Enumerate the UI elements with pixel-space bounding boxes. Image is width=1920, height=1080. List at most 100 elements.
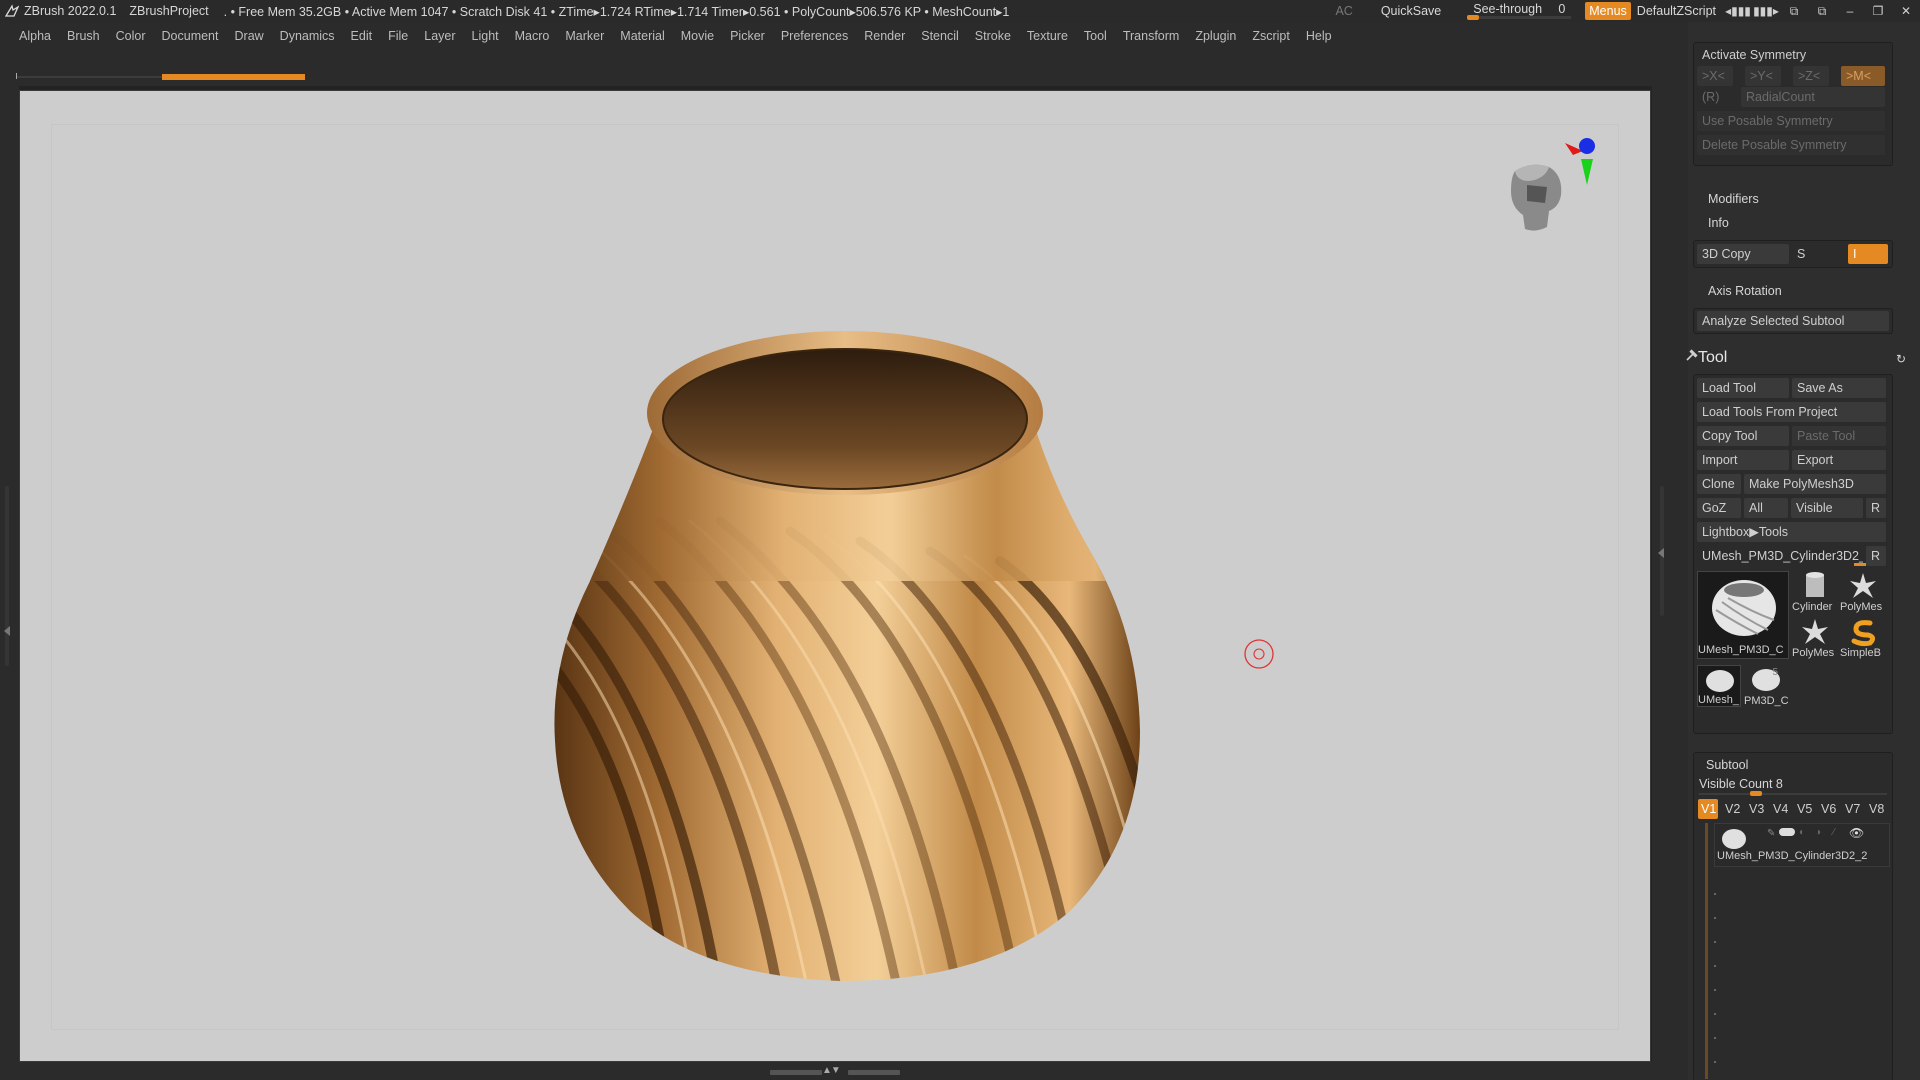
- tool-thumb-cylinder[interactable]: Cylinder: [1792, 571, 1838, 613]
- tool-refresh-icon[interactable]: ↻: [1896, 352, 1906, 366]
- menu-material[interactable]: Material: [620, 29, 664, 43]
- shelf-progress-fill[interactable]: [162, 74, 305, 80]
- bottom-toggle-icon[interactable]: ▲▼: [822, 1065, 841, 1076]
- default-zscript-button[interactable]: DefaultZScript: [1637, 4, 1716, 18]
- menu-macro[interactable]: Macro: [515, 29, 550, 43]
- modifiers-header[interactable]: Modifiers: [1708, 192, 1759, 206]
- subtool-dynamic-icon[interactable]: ◐: [1799, 827, 1805, 838]
- menu-edit[interactable]: Edit: [351, 29, 373, 43]
- left-tray-arrow-icon[interactable]: [4, 626, 10, 636]
- left-tray-grip[interactable]: [5, 486, 9, 666]
- navigation-gizmo[interactable]: [1505, 121, 1625, 251]
- window-layout-icon[interactable]: ⧉: [1780, 0, 1808, 22]
- minimize-icon[interactable]: –: [1836, 0, 1864, 22]
- menu-render[interactable]: Render: [864, 29, 905, 43]
- see-through-slider[interactable]: See-through 0: [1467, 2, 1572, 20]
- menu-alpha[interactable]: Alpha: [19, 29, 51, 43]
- subtool-tab-v4[interactable]: V4: [1770, 799, 1792, 819]
- see-through-knob[interactable]: [1467, 15, 1480, 20]
- menus-button[interactable]: Menus: [1585, 2, 1631, 20]
- tool-thumb-polymesh-2[interactable]: PolyMes: [1792, 617, 1838, 659]
- subtool-tab-v7[interactable]: V7: [1842, 799, 1864, 819]
- delete-posable-symmetry-button[interactable]: Delete Posable Symmetry: [1697, 135, 1885, 155]
- menu-transform[interactable]: Transform: [1123, 29, 1180, 43]
- 3d-copy-s-button[interactable]: S: [1792, 244, 1836, 264]
- tool-palette-title[interactable]: Tool: [1698, 349, 1727, 367]
- subtool-list-scrollbar[interactable]: [1705, 823, 1708, 1079]
- current-tool-slider[interactable]: UMesh_PM3D_Cylinder3D2_2: [1697, 546, 1863, 566]
- menu-file[interactable]: File: [388, 29, 408, 43]
- subtool-solo-icon[interactable]: ◑: [1815, 827, 1821, 838]
- tool-thumb-polymesh-1[interactable]: PolyMes: [1840, 571, 1886, 613]
- maximize-icon[interactable]: ❐: [1864, 0, 1892, 22]
- subtool-header[interactable]: Subtool: [1706, 758, 1748, 772]
- activate-symmetry-button[interactable]: Activate Symmetry: [1697, 45, 1889, 65]
- tool-thumb-simplebrush[interactable]: SimpleB: [1840, 617, 1886, 659]
- subtool-link-icon[interactable]: ⁄: [1833, 827, 1835, 838]
- load-tools-from-project-button[interactable]: Load Tools From Project: [1697, 402, 1886, 422]
- y-axis-arrow-icon[interactable]: [1581, 159, 1593, 185]
- visible-count-knob[interactable]: [1750, 791, 1762, 796]
- symmetry-x-button[interactable]: >X<: [1697, 66, 1733, 86]
- subtool-brush-icon[interactable]: ✎: [1767, 828, 1775, 839]
- load-tool-button[interactable]: Load Tool: [1697, 378, 1789, 398]
- symmetry-radial-toggle[interactable]: (R): [1697, 87, 1741, 107]
- quicksave-button[interactable]: QuickSave: [1381, 4, 1441, 18]
- clone-button[interactable]: Clone: [1697, 474, 1741, 494]
- tool-thumb-pm3d[interactable]: 5 PM3D_C: [1744, 665, 1789, 707]
- right-tray-arrow-icon[interactable]: [1658, 548, 1664, 558]
- canvas-viewport[interactable]: [19, 90, 1651, 1062]
- menu-zplugin[interactable]: Zplugin: [1195, 29, 1236, 43]
- menu-tool[interactable]: Tool: [1084, 29, 1107, 43]
- subtool-tab-v3[interactable]: V3: [1746, 799, 1768, 819]
- menu-light[interactable]: Light: [472, 29, 499, 43]
- tool-thumb-main[interactable]: UMesh_PM3D_C: [1697, 571, 1789, 659]
- make-polymesh3d-button[interactable]: Make PolyMesh3D: [1744, 474, 1886, 494]
- analyze-selected-subtool-button[interactable]: Analyze Selected Subtool: [1697, 311, 1889, 331]
- layout-right-icon[interactable]: ▮▮▮▸: [1752, 0, 1780, 22]
- subtool-tab-v6[interactable]: V6: [1818, 799, 1840, 819]
- subtool-tab-v5[interactable]: V5: [1794, 799, 1816, 819]
- twisted-pot-model[interactable]: [550, 321, 1170, 1001]
- goz-r-button[interactable]: R: [1866, 498, 1886, 518]
- subtool-toggle-icon[interactable]: [1779, 828, 1795, 836]
- menu-texture[interactable]: Texture: [1027, 29, 1068, 43]
- import-button[interactable]: Import: [1697, 450, 1789, 470]
- export-button[interactable]: Export: [1792, 450, 1886, 470]
- subtool-tab-v1[interactable]: V1: [1698, 799, 1718, 819]
- menu-color[interactable]: Color: [116, 29, 146, 43]
- menu-help[interactable]: Help: [1306, 29, 1332, 43]
- menu-movie[interactable]: Movie: [681, 29, 714, 43]
- head-orientation-icon[interactable]: [1511, 164, 1562, 231]
- menu-marker[interactable]: Marker: [565, 29, 604, 43]
- subtool-item[interactable]: ✎ ◐ ◑ ⁄ 👁 UMesh_PM3D_Cylinder3D2_2: [1714, 823, 1890, 867]
- bottom-grip-left[interactable]: [770, 1070, 822, 1075]
- use-posable-symmetry-button[interactable]: Use Posable Symmetry: [1697, 111, 1885, 131]
- menu-preferences[interactable]: Preferences: [781, 29, 848, 43]
- symmetry-y-button[interactable]: >Y<: [1745, 66, 1781, 86]
- goz-all-button[interactable]: All: [1744, 498, 1788, 518]
- visible-count-slider[interactable]: Visible Count 8: [1699, 777, 1783, 791]
- bottom-grip-right[interactable]: [848, 1070, 900, 1075]
- menu-stencil[interactable]: Stencil: [921, 29, 959, 43]
- menu-picker[interactable]: Picker: [730, 29, 765, 43]
- menu-draw[interactable]: Draw: [235, 29, 264, 43]
- symmetry-m-button[interactable]: >M<: [1841, 66, 1885, 86]
- axis-rotation-header[interactable]: Axis Rotation: [1708, 284, 1782, 298]
- goz-button[interactable]: GoZ: [1697, 498, 1741, 518]
- lightbox-tools-button[interactable]: Lightbox▶Tools: [1697, 522, 1886, 542]
- menu-stroke[interactable]: Stroke: [975, 29, 1011, 43]
- 3d-copy-i-button[interactable]: I: [1848, 244, 1888, 264]
- window-restore-icon[interactable]: ⧉: [1808, 0, 1836, 22]
- subtool-visibility-eye-icon[interactable]: 👁: [1849, 826, 1864, 840]
- paste-tool-button[interactable]: Paste Tool: [1792, 426, 1886, 446]
- save-as-button[interactable]: Save As: [1792, 378, 1886, 398]
- close-icon[interactable]: ✕: [1892, 0, 1920, 22]
- symmetry-z-button[interactable]: >Z<: [1793, 66, 1829, 86]
- current-tool-r-button[interactable]: R: [1866, 546, 1886, 566]
- tool-thumb-umesh[interactable]: UMesh_: [1697, 665, 1741, 707]
- menu-document[interactable]: Document: [162, 29, 219, 43]
- ac-label[interactable]: AC: [1335, 4, 1352, 18]
- radial-count-slider[interactable]: RadialCount: [1741, 87, 1885, 107]
- subtool-tab-v8[interactable]: V8: [1866, 799, 1888, 819]
